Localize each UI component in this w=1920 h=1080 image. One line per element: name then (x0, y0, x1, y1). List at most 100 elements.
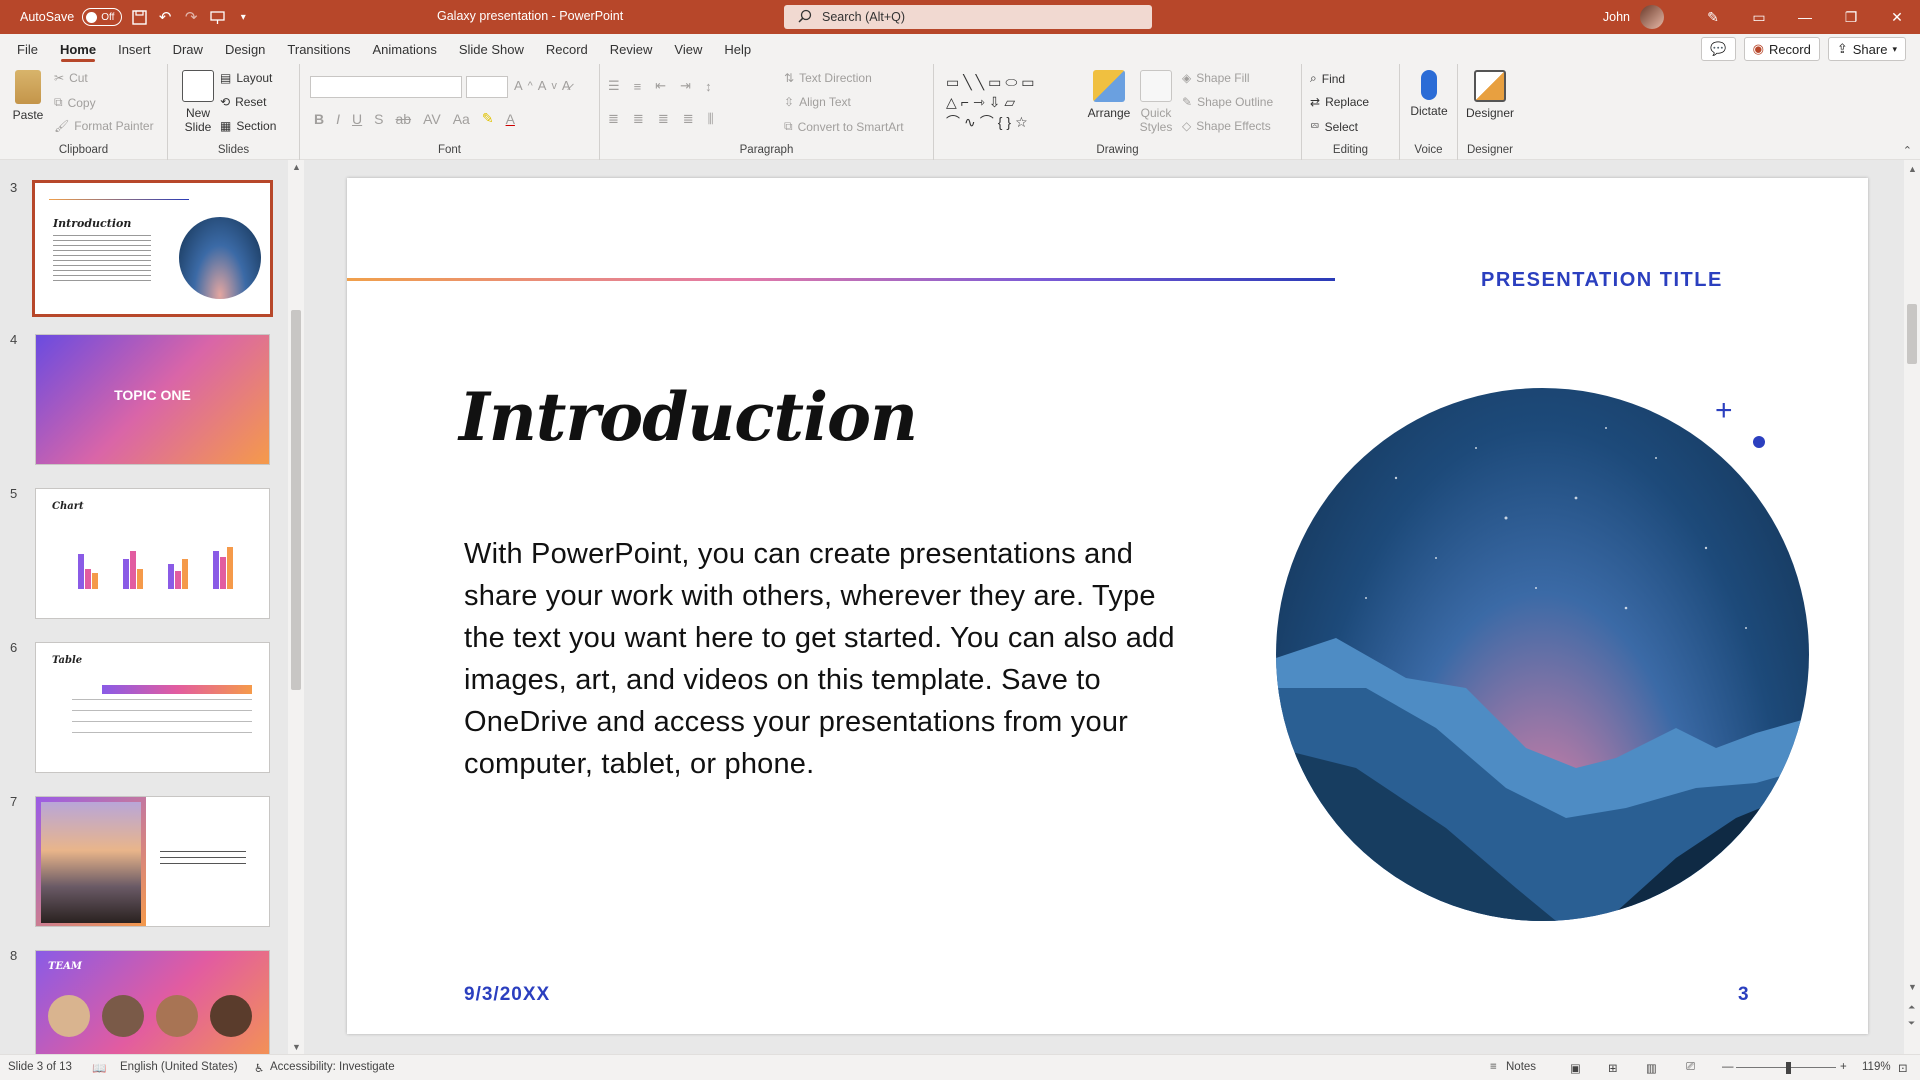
scroll-up-icon[interactable]: ▲ (292, 162, 301, 172)
thumbnail-slide-4[interactable]: TOPIC ONE (35, 334, 270, 465)
dictate-button[interactable]: Dictate (1406, 70, 1452, 118)
paste-button[interactable]: Paste (8, 70, 48, 122)
thumbnail-slide-6[interactable]: Table (35, 642, 270, 773)
thumbnail-slide-8[interactable]: TEAM (35, 950, 270, 1054)
select-button[interactable]: ⮹ Select (1310, 119, 1358, 134)
thumbnail-slide-3[interactable]: Introduction (32, 180, 273, 317)
zoom-level[interactable]: 119% (1862, 1061, 1891, 1073)
tab-animations[interactable]: Animations (362, 34, 448, 64)
undo-icon[interactable]: ↶ (156, 8, 174, 26)
previous-slide-icon[interactable]: ⏶ (1908, 1002, 1915, 1013)
slide-number[interactable]: 3 (1738, 984, 1749, 1006)
strikethrough-icon[interactable]: ab (395, 111, 411, 127)
tab-draw[interactable]: Draw (162, 34, 214, 64)
shape-effects-button[interactable]: ◇ Shape Effects (1182, 119, 1271, 133)
normal-view-icon[interactable]: ▣ (1570, 1061, 1581, 1075)
char-spacing-icon[interactable]: AV (423, 111, 441, 127)
line-spacing-icon[interactable]: ↕ (705, 79, 712, 94)
justify-icon[interactable]: ≣ (683, 111, 694, 127)
slideshow-icon[interactable]: ⎚ (1686, 1061, 1695, 1074)
convert-smartart-button[interactable]: ⧉ Convert to SmartArt (784, 119, 904, 134)
language[interactable]: English (United States) (120, 1061, 238, 1073)
avatar[interactable] (1640, 5, 1664, 29)
copy-button[interactable]: ⧉ Copy (54, 95, 96, 110)
slide-date[interactable]: 9/3/20XX (464, 984, 550, 1006)
shadow-icon[interactable]: S (374, 111, 383, 127)
font-format-buttons[interactable]: B I U Sab AV Aa ✎ A (314, 110, 515, 127)
slide-canvas[interactable]: PRESENTATION TITLE Introduction With Pow… (347, 178, 1868, 1034)
user-name[interactable]: John (1603, 10, 1630, 24)
fit-to-window-icon[interactable]: ⊡ (1898, 1061, 1908, 1075)
tab-record[interactable]: Record (535, 34, 599, 64)
notes-button[interactable]: Notes (1506, 1061, 1536, 1073)
shape-outline-button[interactable]: ✎ Shape Outline (1182, 95, 1273, 109)
cut-button[interactable]: ✂ Cut (54, 71, 88, 85)
thumbnail-scrollbar[interactable]: ▲ ▼ (288, 160, 304, 1054)
accessibility-status[interactable]: Accessibility: Investigate (270, 1061, 395, 1073)
thumbnail-slide-7[interactable] (35, 796, 270, 927)
autosave-toggle[interactable]: Off (82, 8, 123, 26)
slide-heading[interactable]: Introduction (459, 378, 918, 456)
scroll-up-icon[interactable]: ▲ (1908, 164, 1917, 174)
zoom-out-icon[interactable]: — (1722, 1061, 1734, 1073)
numbering-icon[interactable]: ≡ (634, 79, 642, 94)
font-grow-shrink[interactable]: A ^ Av A̷ (514, 78, 571, 93)
collapse-ribbon-icon[interactable]: ⌃ (1903, 144, 1912, 157)
zoom-in-icon[interactable]: + (1840, 1061, 1847, 1073)
notes-icon[interactable]: ≡ (1490, 1061, 1497, 1073)
bold-icon[interactable]: B (314, 111, 324, 127)
align-buttons[interactable]: ≣ ≣ ≣ ≣ ⫼ (608, 111, 714, 127)
zoom-slider-thumb[interactable] (1786, 1062, 1791, 1074)
tab-file[interactable]: File (6, 34, 49, 64)
close-icon[interactable]: ✕ (1874, 0, 1920, 34)
ribbon-display-options-icon[interactable]: ▭ (1736, 0, 1782, 34)
spellcheck-icon[interactable]: 📖 (92, 1061, 106, 1075)
next-slide-icon[interactable]: ⏷ (1908, 1018, 1915, 1029)
slide-scroll-thumb[interactable] (1907, 304, 1917, 364)
redo-icon[interactable]: ↷ (182, 8, 200, 26)
share-button[interactable]: ⇪ Share ▾ (1827, 37, 1906, 61)
tab-slide-show[interactable]: Slide Show (448, 34, 535, 64)
minimize-icon[interactable]: — (1782, 0, 1828, 34)
align-center-icon[interactable]: ≣ (633, 111, 644, 127)
new-slide-button[interactable]: New Slide (178, 70, 218, 134)
align-left-icon[interactable]: ≣ (608, 111, 619, 127)
replace-button[interactable]: ⇄ Replace (1310, 95, 1369, 109)
restore-icon[interactable]: ❐ (1828, 0, 1874, 34)
tab-transitions[interactable]: Transitions (276, 34, 361, 64)
font-size-combo[interactable] (466, 76, 508, 98)
shapes-gallery[interactable]: ▭╲╲▭⬭▭ △⌐⇾⇩▱ ⌒∿⌒{}☆ (946, 72, 1080, 134)
slide-sorter-icon[interactable]: ⊞ (1608, 1061, 1618, 1075)
font-name-combo[interactable] (310, 76, 462, 98)
slide-count[interactable]: Slide 3 of 13 (8, 1061, 72, 1073)
find-button[interactable]: ⌕ Find (1310, 71, 1345, 86)
tab-help[interactable]: Help (713, 34, 762, 64)
thumbnail-scroll-thumb[interactable] (291, 310, 301, 690)
list-buttons[interactable]: ☰ ≡ ⇤ ⇥ ↕ (608, 78, 712, 94)
slide-body-text[interactable]: With PowerPoint, you can create presenta… (464, 533, 1204, 785)
designer-button[interactable]: Designer (1462, 70, 1518, 120)
search-box[interactable]: Search (Alt+Q) (784, 5, 1152, 29)
reading-view-icon[interactable]: ▥ (1646, 1061, 1657, 1075)
underline-icon[interactable]: U (352, 111, 362, 127)
comments-button[interactable]: 💬 (1701, 37, 1736, 61)
tab-review[interactable]: Review (599, 34, 664, 64)
customize-toolbar-icon[interactable]: ▾ (234, 8, 252, 26)
tab-insert[interactable]: Insert (107, 34, 162, 64)
layout-button[interactable]: ▤ Layout (220, 71, 272, 85)
present-from-beginning-icon[interactable] (208, 8, 226, 26)
scroll-down-icon[interactable]: ▼ (1908, 982, 1917, 992)
columns-icon[interactable]: ⫼ (708, 111, 714, 127)
highlight-icon[interactable]: ✎ (482, 110, 494, 127)
shape-fill-button[interactable]: ◈ Shape Fill (1182, 71, 1250, 85)
change-case-icon[interactable]: Aa (453, 111, 470, 127)
thumbnail-slide-5[interactable]: Chart (35, 488, 270, 619)
galaxy-mountain-image[interactable] (1276, 388, 1809, 921)
scroll-down-icon[interactable]: ▼ (292, 1042, 301, 1052)
accessibility-icon[interactable]: ♿ (254, 1061, 264, 1075)
slide-scrollbar[interactable]: ▲ ▼ ⏶ ⏷ (1904, 160, 1920, 1054)
section-button[interactable]: ▦ Section (220, 119, 276, 133)
save-icon[interactable] (130, 8, 148, 26)
pen-icon[interactable]: ✎ (1690, 0, 1736, 34)
arrange-button[interactable]: Arrange (1086, 70, 1132, 120)
